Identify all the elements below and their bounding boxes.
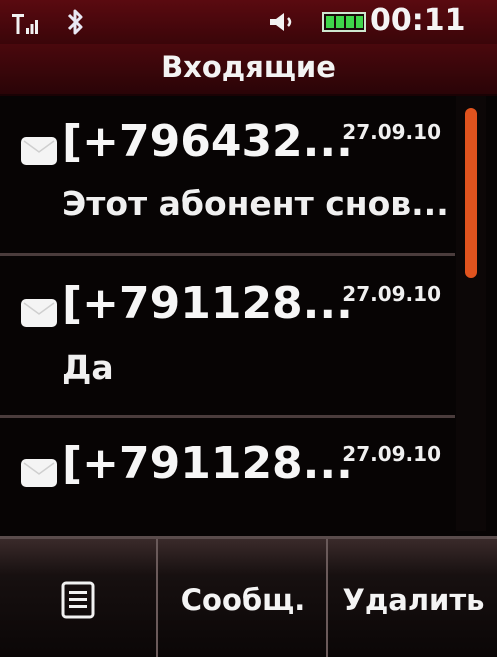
menu-softkey[interactable] bbox=[0, 539, 158, 657]
title-bar: Входящие bbox=[0, 44, 497, 96]
delete-softkey-label: Удалить bbox=[342, 582, 485, 617]
message-item[interactable]: [+791128... 27.09.10 bbox=[0, 418, 455, 536]
battery-icon bbox=[322, 12, 366, 32]
message-item[interactable]: [+791128... 27.09.10 Да bbox=[0, 256, 455, 418]
message-list: [+796432... 27.09.10 Этот абонент снов..… bbox=[0, 96, 455, 536]
scrollbar[interactable] bbox=[456, 96, 486, 531]
volume-icon bbox=[270, 13, 292, 31]
clock: 00:11 bbox=[370, 3, 466, 38]
message-sender: [+796432... bbox=[62, 116, 353, 167]
message-sender: [+791128... bbox=[62, 278, 353, 329]
signal-icon bbox=[12, 14, 38, 34]
scroll-thumb[interactable] bbox=[465, 108, 477, 278]
message-date: 27.09.10 bbox=[342, 282, 441, 306]
message-softkey[interactable]: Сообщ. bbox=[160, 539, 328, 657]
bluetooth-icon bbox=[67, 9, 83, 35]
message-date: 27.09.10 bbox=[342, 120, 441, 144]
message-softkey-label: Сообщ. bbox=[180, 582, 306, 617]
menu-list-icon bbox=[61, 581, 95, 618]
delete-softkey[interactable]: Удалить bbox=[330, 539, 497, 657]
message-preview: Этот абонент снов... bbox=[62, 184, 449, 223]
envelope-icon bbox=[21, 459, 57, 487]
status-bar: 00:11 bbox=[0, 0, 497, 44]
message-sender: [+791128... bbox=[62, 438, 353, 489]
envelope-icon bbox=[21, 137, 57, 165]
softkey-bar: Сообщ. Удалить bbox=[0, 536, 497, 657]
message-preview: Да bbox=[62, 348, 114, 387]
envelope-icon bbox=[21, 299, 57, 327]
page-title: Входящие bbox=[161, 50, 336, 84]
message-item[interactable]: [+796432... 27.09.10 Этот абонент снов..… bbox=[0, 96, 455, 256]
message-date: 27.09.10 bbox=[342, 442, 441, 466]
phone-screen: 00:11 Входящие [+796432... 27.09.10 Этот… bbox=[0, 0, 497, 657]
